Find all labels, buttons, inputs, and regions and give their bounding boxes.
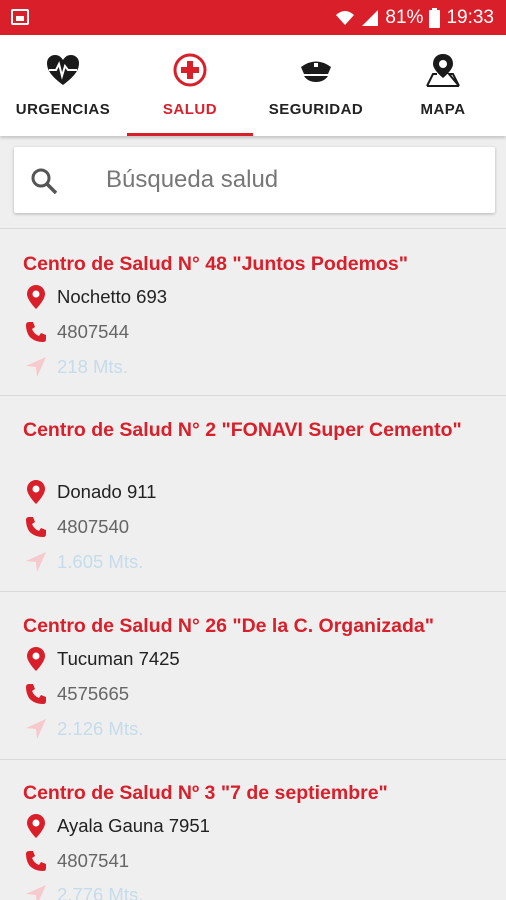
medical-cross-icon — [173, 53, 207, 87]
center-name: Centro de Salud Nº 3 "7 de septiembre" — [23, 782, 388, 804]
phone-row[interactable]: 4807544 — [23, 319, 129, 345]
center-address: Donado 911 — [57, 481, 157, 502]
location-pin-icon — [27, 647, 45, 671]
center-phone: 4807540 — [57, 516, 130, 537]
distance-row: 2.776 Mts. — [23, 882, 143, 900]
tab-mapa[interactable]: MAPA — [380, 35, 506, 136]
address-row: Nochetto 693 — [23, 284, 167, 310]
status-right: 81% 19:33 — [335, 6, 494, 30]
location-pin-icon — [27, 814, 45, 838]
phone-row[interactable]: 4807541 — [23, 848, 129, 874]
center-name: Centro de Salud N° 48 "Juntos Podemos" — [23, 253, 408, 275]
address-row: Donado 911 — [23, 479, 156, 505]
center-distance: 1.605 Mts. — [57, 551, 144, 572]
center-phone: 4575665 — [57, 683, 130, 704]
tab-label: SALUD — [162, 101, 218, 118]
center-address: Nochetto 693 — [57, 286, 168, 307]
clock: 19:33 — [446, 7, 494, 28]
location-pin-icon — [27, 285, 45, 309]
list-item[interactable]: Centro de Salud N° 48 "Juntos Podemos" N… — [0, 229, 506, 396]
map-pin-icon — [426, 54, 460, 87]
phone-icon — [26, 322, 46, 342]
list-item[interactable]: Centro de Salud N° 26 "De la C. Organiza… — [0, 592, 506, 760]
navigation-arrow-icon — [26, 357, 46, 377]
search-icon — [31, 168, 58, 195]
gallery-notification-icon — [11, 9, 29, 25]
center-phone: 4807544 — [57, 321, 130, 342]
center-name: Centro de Salud N° 2 "FONAVI Super Cemen… — [23, 419, 462, 441]
tab-urgencias[interactable]: URGENCIAS — [0, 35, 126, 136]
search-input[interactable]: Búsqueda salud — [14, 147, 495, 213]
tab-label: URGENCIAS — [15, 101, 111, 118]
status-bar: 81% 19:33 — [0, 0, 506, 35]
center-address: Tucuman 7425 — [57, 648, 180, 669]
list-item[interactable]: Centro de Salud Nº 3 "7 de septiembre" A… — [0, 760, 506, 900]
navigation-arrow-icon — [26, 552, 46, 572]
tab-label: SEGURIDAD — [268, 101, 364, 118]
police-cap-icon — [301, 61, 331, 82]
address-row: Ayala Gauna 7951 — [23, 813, 210, 839]
heart-pulse-icon — [47, 55, 79, 85]
center-distance: 2.126 Mts. — [57, 718, 144, 739]
phone-icon — [26, 851, 46, 871]
tab-bar: URGENCIAS SALUD SEGURIDAD MAPA — [0, 35, 506, 136]
center-name: Centro de Salud N° 26 "De la C. Organiza… — [23, 615, 434, 637]
center-phone: 4807541 — [57, 850, 130, 871]
wifi-icon — [336, 11, 355, 25]
tab-salud[interactable]: SALUD — [127, 35, 253, 136]
active-tab-indicator — [127, 133, 253, 136]
battery-percent: 81% — [385, 7, 424, 28]
distance-row: 2.126 Mts. — [23, 716, 143, 742]
phone-icon — [26, 684, 46, 704]
center-distance: 218 Mts. — [57, 356, 128, 377]
phone-icon — [26, 517, 46, 537]
phone-row[interactable]: 4575665 — [23, 681, 129, 707]
signal-icon — [362, 10, 379, 26]
health-center-list: Centro de Salud N° 48 "Juntos Podemos" N… — [0, 228, 506, 900]
battery-icon — [429, 8, 441, 28]
list-item[interactable]: Centro de Salud N° 2 "FONAVI Super Cemen… — [0, 396, 506, 592]
search-placeholder: Búsqueda salud — [106, 166, 279, 193]
phone-row[interactable]: 4807540 — [23, 514, 129, 540]
center-distance: 2.776 Mts. — [57, 884, 144, 900]
tab-seguridad[interactable]: SEGURIDAD — [253, 35, 379, 136]
center-address: Ayala Gauna 7951 — [57, 815, 210, 836]
navigation-arrow-icon — [26, 885, 46, 900]
location-pin-icon — [27, 480, 45, 504]
address-row: Tucuman 7425 — [23, 646, 180, 672]
distance-row: 1.605 Mts. — [23, 549, 143, 575]
tab-label: MAPA — [420, 101, 466, 118]
distance-row: 218 Mts. — [23, 354, 128, 380]
navigation-arrow-icon — [26, 719, 46, 739]
